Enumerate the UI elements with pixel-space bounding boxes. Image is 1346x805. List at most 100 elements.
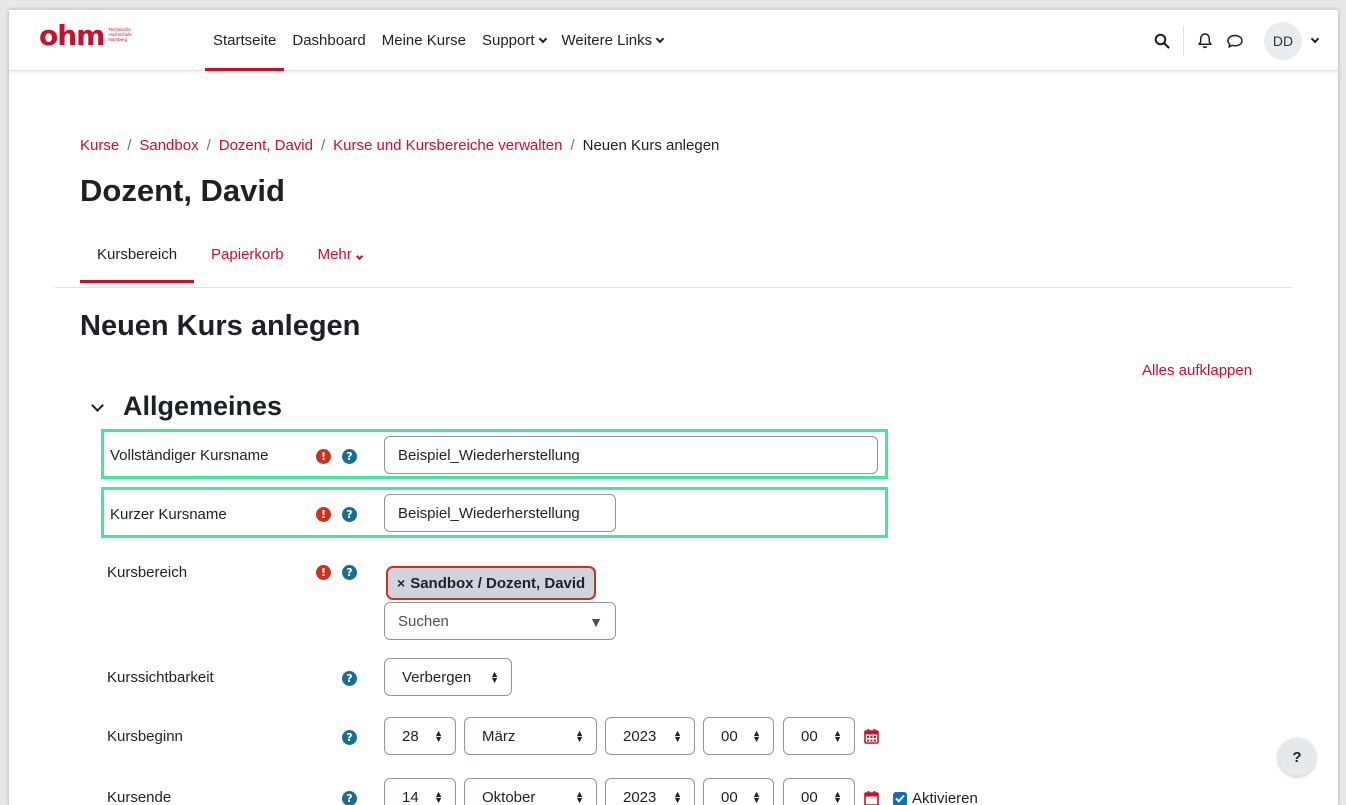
select-arrows-icon: ▲ ▼: [673, 728, 682, 744]
browser-page: ohm Technische Hochschule Nürnberg Start…: [9, 10, 1338, 805]
fullname-label: Vollständiger Kursname: [110, 447, 269, 464]
logo-text: ohm: [39, 19, 105, 52]
dropdown-triangle-icon[interactable]: ▼: [589, 614, 603, 630]
breadcrumb-separator: /: [320, 137, 326, 154]
help-icon[interactable]: ?: [342, 449, 357, 464]
select-arrows-icon: ▲ ▼: [434, 728, 443, 744]
checkbox-checked-icon[interactable]: [893, 791, 907, 805]
avatar-initials: DD: [1272, 32, 1294, 49]
chat-bubble-icon[interactable]: [1220, 26, 1250, 56]
select-arrows-icon: ▲ ▼: [673, 789, 682, 805]
breadcrumb-separator: /: [127, 137, 132, 154]
tab-papierkorb[interactable]: Papierkorb: [194, 241, 301, 283]
category-selected-tag[interactable]: × Sandbox / Dozent, David: [386, 566, 597, 600]
nav-meine-kurse[interactable]: Meine Kurse: [374, 10, 474, 71]
help-icon[interactable]: ?: [342, 565, 357, 580]
select-arrows-icon: ▲ ▼: [490, 669, 499, 685]
breadcrumb-current: Neuen Kurs anlegen: [582, 137, 720, 154]
category-label: Kursbereich: [107, 564, 188, 581]
enddate-minute-select[interactable]: 00 ▲ ▼: [783, 778, 855, 805]
nav-startseite[interactable]: Startseite: [205, 10, 285, 71]
select-arrows-icon: ▲ ▼: [575, 789, 584, 805]
startdate-month-select[interactable]: März ▲ ▼: [464, 717, 597, 755]
startdate-minute-select[interactable]: 00 ▲ ▼: [783, 717, 855, 755]
visibility-select[interactable]: Verbergen ▲ ▼: [384, 658, 512, 696]
visibility-value: Verbergen: [402, 668, 472, 686]
chevron-down-icon[interactable]: [91, 399, 104, 412]
category-search-input[interactable]: Suchen ▼: [384, 602, 616, 640]
remove-icon[interactable]: ×: [397, 575, 405, 591]
calendar-icon[interactable]: [864, 728, 879, 749]
enddate-label: Kursende: [107, 789, 172, 805]
help-icon[interactable]: ?: [342, 791, 357, 805]
breadcrumb-kurse-verwalten[interactable]: Kurse und Kursbereiche verwalten: [333, 137, 562, 154]
shortname-input[interactable]: Beispiel_Wiederherstellung: [384, 494, 616, 532]
select-value: 28: [402, 727, 419, 745]
breadcrumb-kurse[interactable]: Kurse: [80, 137, 119, 154]
tab-kursbereich[interactable]: Kursbereich: [80, 241, 195, 283]
select-value: 2023: [623, 727, 657, 745]
bell-icon[interactable]: [1190, 26, 1220, 56]
select-value: 14: [402, 788, 419, 805]
nav-dashboard[interactable]: Dashboard: [284, 10, 373, 71]
help-floating-button[interactable]: ?: [1278, 738, 1316, 776]
select-arrows-icon: ▲ ▼: [752, 789, 761, 805]
nav-support[interactable]: Support: [474, 10, 554, 71]
startdate-year-select[interactable]: 2023 ▲ ▼: [605, 717, 695, 755]
tab-label: Kursbereich: [97, 246, 178, 263]
chevron-down-icon: [355, 252, 363, 261]
select-arrows-icon: ▲ ▼: [833, 728, 842, 744]
breadcrumb-separator: /: [206, 137, 211, 154]
chevron-down-icon[interactable]: [1310, 34, 1320, 43]
select-value: 2023: [623, 788, 657, 805]
select-arrows-icon: ▲ ▼: [434, 789, 443, 805]
category-tag-label: Sandbox / Dozent, David: [410, 574, 586, 592]
tabs-divider: [55, 287, 1292, 288]
select-value: 00: [801, 788, 818, 805]
help-icon[interactable]: ?: [342, 507, 357, 522]
select-value: März: [482, 727, 516, 745]
required-icon: !: [316, 565, 331, 580]
breadcrumb-dozent[interactable]: Dozent, David: [219, 137, 313, 154]
nav-weitere-links[interactable]: Weitere Links: [554, 10, 672, 71]
startdate-hour-select[interactable]: 00 ▲ ▼: [703, 717, 774, 755]
navbar-divider: [1183, 25, 1184, 56]
required-icon: !: [316, 507, 331, 522]
fieldset-title-allgemeines[interactable]: Allgemeines: [123, 391, 282, 422]
chevron-down-icon: [538, 34, 547, 43]
category-search-placeholder: Suchen: [398, 612, 449, 630]
fullname-input[interactable]: Beispiel_Wiederherstellung: [384, 436, 878, 474]
enddate-enable-toggle[interactable]: Aktivieren: [893, 790, 978, 805]
ohm-logo[interactable]: ohm Technische Hochschule Nürnberg: [39, 19, 142, 52]
startdate-day-select[interactable]: 28 ▲ ▼: [384, 717, 456, 755]
nav-label: Weitere Links: [561, 32, 653, 49]
help-icon[interactable]: ?: [342, 671, 357, 686]
breadcrumb-sandbox[interactable]: Sandbox: [139, 137, 198, 154]
select-value: 00: [721, 727, 738, 745]
nav-label: Startseite: [213, 32, 277, 49]
required-icon: !: [316, 449, 331, 464]
select-value: 00: [721, 788, 738, 805]
calendar-icon[interactable]: [864, 790, 879, 805]
nav-label: Dashboard: [292, 32, 366, 49]
enddate-month-select[interactable]: Oktober ▲ ▼: [464, 778, 597, 805]
section-title: Neuen Kurs anlegen: [80, 310, 361, 342]
tab-mehr[interactable]: Mehr: [301, 241, 379, 283]
nav-label: Support: [481, 32, 535, 49]
enddate-hour-select[interactable]: 00 ▲ ▼: [703, 778, 774, 805]
top-navbar: ohm Technische Hochschule Nürnberg Start…: [9, 10, 1338, 71]
search-icon[interactable]: [1147, 26, 1177, 56]
avatar[interactable]: DD: [1264, 21, 1302, 60]
select-value: Oktober: [482, 788, 536, 805]
expand-all-link[interactable]: Alles aufklappen: [1142, 362, 1252, 379]
enddate-enable-label: Aktivieren: [912, 790, 978, 805]
primary-navigation: Startseite Dashboard Meine Kurse Support…: [205, 10, 671, 71]
nav-label: Meine Kurse: [381, 32, 466, 49]
help-icon[interactable]: ?: [342, 730, 357, 745]
enddate-day-select[interactable]: 14 ▲ ▼: [384, 778, 456, 805]
breadcrumb-separator: /: [570, 137, 575, 154]
select-value: 00: [801, 727, 818, 745]
enddate-year-select[interactable]: 2023 ▲ ▼: [605, 778, 695, 805]
navbar-user-area: DD: [1147, 10, 1320, 71]
chevron-down-icon: [655, 34, 665, 43]
